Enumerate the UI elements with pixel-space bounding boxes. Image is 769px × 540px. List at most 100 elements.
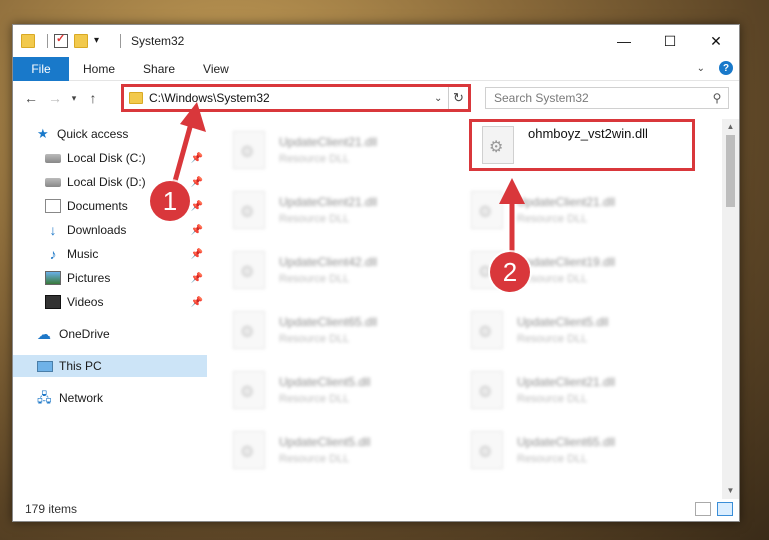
new-folder-icon[interactable] <box>74 34 88 48</box>
file-item[interactable]: UpdateClient21.dll Resource DLL <box>461 365 687 417</box>
download-icon: ↓ <box>49 222 57 238</box>
network-icon: 🖧 <box>37 390 52 405</box>
view-toggles <box>689 502 733 516</box>
status-bar: 179 items <box>13 497 739 521</box>
sidebar-item-label: Local Disk (D:) <box>67 175 146 189</box>
up-arrow-icon[interactable]: ↑ <box>81 90 105 106</box>
dll-file-icon <box>233 131 265 169</box>
large-icons-view-icon[interactable] <box>717 502 733 516</box>
sidebar-item-onedrive[interactable]: ☁ OneDrive <box>13 323 207 345</box>
file-type: Resource DLL <box>279 393 350 405</box>
file-name: UpdateClient42.dll <box>279 255 378 269</box>
tab-file[interactable]: File <box>13 56 69 81</box>
file-item[interactable]: UpdateClient21.dll Resource DLL <box>223 185 449 237</box>
sidebar-item-music[interactable]: ♪ Music 📌 <box>13 243 207 265</box>
step-badge-2: 2 <box>490 252 530 292</box>
file-type: Resource DLL <box>517 273 588 285</box>
sidebar-item-this-pc[interactable]: This PC <box>13 355 207 377</box>
folder-icon <box>21 34 35 48</box>
file-item[interactable]: UpdateClient42.dll Resource DLL <box>223 245 449 297</box>
toolbar-divider <box>47 34 48 48</box>
quick-access-toolbar: ▾ System32 <box>13 25 184 57</box>
step-badge-1: 1 <box>150 181 190 221</box>
search-box[interactable]: ⚲ <box>485 87 729 109</box>
refresh-icon[interactable]: ↻ <box>448 87 468 109</box>
tab-view[interactable]: View <box>189 57 243 81</box>
navigation-pane: ★ Quick access Local Disk (C:) 📌 Local D… <box>13 119 207 499</box>
ribbon-right: ⌄ ? <box>697 61 733 75</box>
file-name: UpdateClient5.dll <box>517 315 609 329</box>
details-view-icon[interactable] <box>695 502 711 516</box>
sidebar-item-pictures[interactable]: Pictures 📌 <box>13 267 207 289</box>
dll-file-icon <box>471 191 503 229</box>
sidebar-item-label: Network <box>59 391 104 405</box>
file-item[interactable]: UpdateClient5.dll Resource DLL <box>461 305 687 357</box>
file-name: UpdateClient65.dll <box>279 315 378 329</box>
file-item[interactable]: UpdateClient65.dll Resource DLL <box>461 425 687 477</box>
dll-file-icon <box>471 311 503 349</box>
expand-ribbon-icon[interactable]: ⌄ <box>697 63 705 74</box>
file-item[interactable]: UpdateClient21.dll Resource DLL <box>461 185 687 237</box>
customize-toolbar-icon[interactable]: ▾ <box>94 34 108 48</box>
file-item[interactable]: UpdateClient5.dll Resource DLL <box>223 365 449 417</box>
tab-home[interactable]: Home <box>69 57 129 81</box>
cloud-icon: ☁ <box>37 326 51 342</box>
vertical-scrollbar[interactable]: ▲ ▼ <box>722 119 739 499</box>
sidebar-item-network[interactable]: 🖧 Network <box>13 387 207 409</box>
dll-file-icon <box>233 191 265 229</box>
maximize-button[interactable]: ☐ <box>647 25 693 57</box>
search-icon[interactable]: ⚲ <box>706 91 728 105</box>
item-count: 179 items <box>25 502 78 516</box>
file-name: UpdateClient19.dll <box>517 255 616 269</box>
dll-file-icon <box>233 251 265 289</box>
scroll-up-icon[interactable]: ▲ <box>722 119 739 135</box>
address-bar[interactable]: C:\Windows\System32 ⌄ ↻ <box>121 84 471 112</box>
file-name: UpdateClient21.dll <box>517 375 616 389</box>
file-list: UpdateClient21.dll Resource DLL UpdateCli… <box>209 119 723 499</box>
file-name: UpdateClient21.dll <box>279 195 378 209</box>
minimize-button[interactable]: — <box>601 25 647 57</box>
file-name: UpdateClient21.dll <box>279 135 378 149</box>
window-controls: — ☐ ✕ <box>601 25 739 57</box>
sidebar-item-label: Downloads <box>67 223 127 237</box>
pin-icon: 📌 <box>190 224 203 236</box>
search-input[interactable] <box>494 91 706 105</box>
pictures-icon <box>45 271 61 285</box>
tab-share[interactable]: Share <box>129 57 189 81</box>
disk-icon <box>45 177 61 187</box>
dll-file-icon <box>233 371 265 409</box>
file-item[interactable]: UpdateClient21.dll Resource DLL <box>223 125 449 177</box>
file-type: Resource DLL <box>279 153 350 165</box>
document-icon <box>45 199 61 213</box>
sidebar-item-local-disk-c[interactable]: Local Disk (C:) 📌 <box>13 147 207 169</box>
sidebar-item-label: This PC <box>59 359 102 373</box>
file-type: Resource DLL <box>517 393 588 405</box>
help-icon[interactable]: ? <box>719 61 733 75</box>
forward-arrow-icon[interactable]: → <box>43 90 67 106</box>
properties-icon[interactable] <box>54 32 68 48</box>
navigation-bar: ← → ▾ ↑ C:\Windows\System32 ⌄ ↻ ⚲ <box>13 81 739 115</box>
sidebar-item-videos[interactable]: Videos 📌 <box>13 291 207 313</box>
scrollbar-thumb[interactable] <box>726 135 735 207</box>
file-name: UpdateClient21.dll <box>517 195 616 209</box>
file-name: UpdateClient65.dll <box>517 435 616 449</box>
file-item[interactable]: UpdateClient5.dll Resource DLL <box>223 425 449 477</box>
file-item[interactable]: UpdateClient65.dll Resource DLL <box>223 305 449 357</box>
sidebar-item-label: Local Disk (C:) <box>67 151 146 165</box>
recent-locations-icon[interactable]: ▾ <box>67 93 81 104</box>
pin-icon: 📌 <box>190 272 203 284</box>
file-type: Resource DLL <box>279 333 350 345</box>
chevron-down-icon[interactable]: ⌄ <box>434 93 448 104</box>
file-type: Resource DLL <box>279 213 350 225</box>
music-icon: ♪ <box>49 246 57 262</box>
highlighted-file-item[interactable]: ohmboyz_vst2win.dll <box>469 119 695 171</box>
close-button[interactable]: ✕ <box>693 25 739 57</box>
star-icon: ★ <box>37 126 49 141</box>
sidebar-item-quick-access[interactable]: ★ Quick access <box>13 123 207 145</box>
sidebar-item-downloads[interactable]: ↓ Downloads 📌 <box>13 219 207 241</box>
address-path[interactable]: C:\Windows\System32 <box>149 91 434 105</box>
file-type: Resource DLL <box>279 453 350 465</box>
pin-icon: 📌 <box>190 152 203 164</box>
window-title: System32 <box>131 34 185 48</box>
back-arrow-icon[interactable]: ← <box>19 90 43 106</box>
